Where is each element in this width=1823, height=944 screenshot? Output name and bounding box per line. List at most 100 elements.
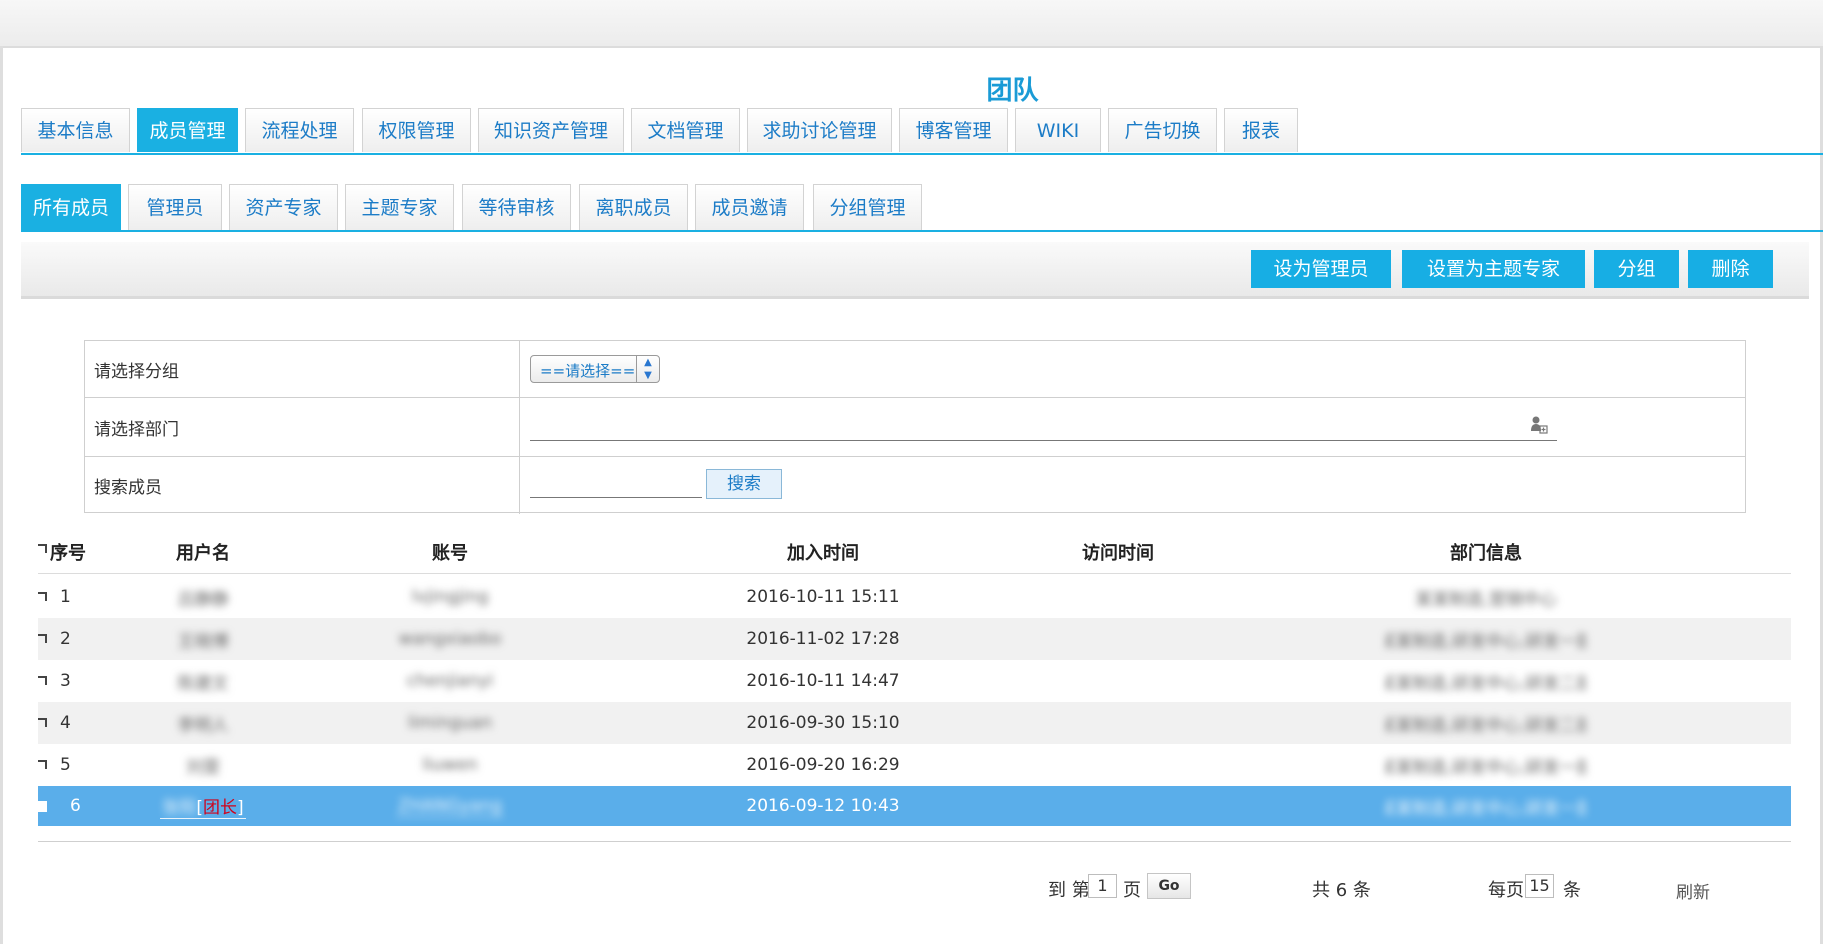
main-tabs-divider bbox=[21, 153, 1823, 155]
filter-row-search: 搜索成员 搜索 bbox=[85, 457, 1745, 514]
tab-member-management[interactable]: 成员管理 bbox=[137, 108, 238, 152]
goto-page-prefix: 到 第 bbox=[1048, 880, 1090, 901]
table-bottom-divider bbox=[38, 841, 1791, 842]
header-visit-time: 访问时间 bbox=[1082, 543, 1154, 564]
header-account: 账号 bbox=[432, 543, 468, 564]
row-account[interactable]: ZHANGyang bbox=[396, 796, 504, 817]
row-department: 某某制造,研发中心,研发二部 bbox=[1386, 673, 1586, 694]
row-account: liuwen bbox=[422, 755, 478, 775]
table-row-selected[interactable]: 6 张阳[团长] ZHANGyang 2016-09-12 10:43 某某制造… bbox=[38, 786, 1791, 826]
delete-button[interactable]: 删除 bbox=[1688, 250, 1773, 288]
subtab-asset-experts[interactable]: 资产专家 bbox=[229, 184, 338, 230]
tab-basic-info[interactable]: 基本信息 bbox=[21, 108, 130, 152]
row-account: liminguan bbox=[407, 713, 493, 733]
department-label: 请选择部门 bbox=[85, 398, 520, 456]
row-index: 6 bbox=[70, 796, 81, 816]
row-visit-time bbox=[1043, 660, 1193, 702]
page-number-input[interactable]: 1 bbox=[1088, 874, 1117, 898]
select-all-checkbox[interactable] bbox=[38, 544, 47, 553]
tab-document[interactable]: 文档管理 bbox=[631, 108, 740, 152]
row-username-cell[interactable]: 张阳[团长] bbox=[153, 786, 253, 826]
row-account: chenjianyi bbox=[406, 671, 494, 691]
subtab-all-members[interactable]: 所有成员 bbox=[21, 184, 121, 230]
tab-ad-switch[interactable]: 广告切换 bbox=[1108, 108, 1217, 152]
row-visit-time bbox=[1043, 618, 1193, 660]
tab-help-discussion[interactable]: 求助讨论管理 bbox=[747, 108, 892, 152]
sub-tabs-divider bbox=[21, 230, 1823, 232]
row-checkbox[interactable] bbox=[38, 676, 47, 685]
subtab-admins[interactable]: 管理员 bbox=[128, 184, 222, 230]
row-department: 某某制造,研发中心,研发一部 bbox=[1386, 631, 1586, 652]
table-row[interactable]: 5 刘雯 liuwen 2016-09-20 16:29 某某制造,研发中心,研… bbox=[38, 744, 1791, 786]
subtab-group-management[interactable]: 分组管理 bbox=[813, 184, 922, 230]
subtab-pending-review[interactable]: 等待审核 bbox=[462, 184, 571, 230]
tab-process[interactable]: 流程处理 bbox=[245, 108, 354, 152]
search-input[interactable] bbox=[530, 497, 702, 498]
per-page-input[interactable]: 15 bbox=[1525, 874, 1554, 898]
set-admin-button[interactable]: 设为管理员 bbox=[1251, 250, 1391, 288]
row-checkbox[interactable] bbox=[38, 592, 47, 601]
filter-form: 请选择分组 ==请选择== ▲ ▼ 请选择部门 搜索成员 搜索 bbox=[84, 340, 1746, 514]
filter-row-group: 请选择分组 ==请选择== ▲ ▼ bbox=[85, 341, 1745, 398]
row-checkbox[interactable] bbox=[38, 718, 47, 727]
group-label: 请选择分组 bbox=[85, 341, 520, 397]
refresh-link[interactable]: 刷新 bbox=[1676, 878, 1710, 903]
subtab-topic-experts[interactable]: 主题专家 bbox=[345, 184, 454, 230]
filter-row-department: 请选择部门 bbox=[85, 398, 1745, 457]
row-visit-time bbox=[1043, 744, 1193, 786]
tab-knowledge-asset[interactable]: 知识资产管理 bbox=[478, 108, 624, 152]
row-department: 某某制造,研发中心,研发一部 bbox=[1386, 757, 1586, 778]
per-page-prefix: 每页 bbox=[1488, 880, 1524, 901]
subtab-resigned[interactable]: 离职成员 bbox=[579, 184, 688, 230]
tab-report[interactable]: 报表 bbox=[1224, 108, 1298, 152]
group-select[interactable]: ==请选择== ▲ ▼ bbox=[530, 355, 660, 383]
group-button[interactable]: 分组 bbox=[1594, 250, 1679, 288]
row-department: 某某制造,研发中心,研发一部 bbox=[1386, 798, 1586, 819]
row-join-time: 2016-09-12 10:43 bbox=[746, 796, 900, 816]
table-row[interactable]: 1 吕静静 lvjingjing 2016-10-11 15:11 某某制造,营… bbox=[38, 576, 1791, 618]
total-count: 共 6 条 bbox=[1312, 880, 1371, 901]
row-account-cell[interactable]: ZHANGyang bbox=[396, 786, 504, 826]
search-button[interactable]: 搜索 bbox=[706, 469, 782, 499]
subtab-invitations[interactable]: 成员邀请 bbox=[695, 184, 804, 230]
tab-blog[interactable]: 博客管理 bbox=[899, 108, 1008, 152]
row-join-time: 2016-11-02 17:28 bbox=[746, 629, 900, 649]
table-header: 序号 用户名 账号 加入时间 访问时间 部门信息 bbox=[38, 530, 1791, 574]
row-visit-time bbox=[1043, 702, 1193, 744]
per-page-suffix: 条 bbox=[1563, 880, 1581, 901]
department-input[interactable] bbox=[530, 440, 1557, 441]
leader-tag: 团长 bbox=[203, 798, 237, 818]
select-arrows-icon: ▲ ▼ bbox=[636, 356, 659, 382]
header-department: 部门信息 bbox=[1450, 543, 1522, 564]
row-checkbox[interactable] bbox=[38, 634, 47, 643]
tab-permission[interactable]: 权限管理 bbox=[362, 108, 471, 152]
row-index: 4 bbox=[60, 713, 71, 733]
row-checkbox[interactable] bbox=[38, 801, 47, 812]
go-button[interactable]: Go bbox=[1147, 873, 1191, 899]
page-title: 团队 bbox=[986, 76, 1039, 106]
row-account: lvjingjing bbox=[411, 587, 489, 607]
department-picker-icon[interactable] bbox=[1529, 415, 1549, 435]
row-index: 1 bbox=[60, 587, 71, 607]
header-index: 序号 bbox=[50, 543, 86, 564]
row-visit-time bbox=[1043, 576, 1193, 618]
row-join-time: 2016-10-11 15:11 bbox=[746, 587, 900, 607]
row-username-link[interactable]: 张阳[团长] bbox=[160, 793, 246, 819]
header-join-time: 加入时间 bbox=[787, 543, 859, 564]
row-username: 张阳 bbox=[162, 798, 197, 818]
tab-wiki[interactable]: WIKI bbox=[1015, 108, 1101, 152]
table-row[interactable]: 4 李明人 liminguan 2016-09-30 15:10 某某制造,研发… bbox=[38, 702, 1791, 744]
row-checkbox[interactable] bbox=[38, 760, 47, 769]
row-join-time: 2016-09-30 15:10 bbox=[746, 713, 900, 733]
header-divider bbox=[38, 573, 1791, 574]
row-account: wangxiaobo bbox=[398, 629, 502, 649]
group-select-value: ==请选择== bbox=[540, 362, 636, 380]
row-join-time: 2016-10-11 14:47 bbox=[746, 671, 900, 691]
table-row[interactable]: 2 王晓博 wangxiaobo 2016-11-02 17:28 某某制造,研… bbox=[38, 618, 1791, 660]
set-topic-expert-button[interactable]: 设置为主题专家 bbox=[1402, 250, 1585, 288]
row-visit-time bbox=[1043, 786, 1193, 826]
row-username: 陈建文 bbox=[177, 673, 229, 694]
row-username: 王晓博 bbox=[177, 631, 229, 652]
header-username: 用户名 bbox=[176, 543, 230, 564]
table-row[interactable]: 3 陈建文 chenjianyi 2016-10-11 14:47 某某制造,研… bbox=[38, 660, 1791, 702]
